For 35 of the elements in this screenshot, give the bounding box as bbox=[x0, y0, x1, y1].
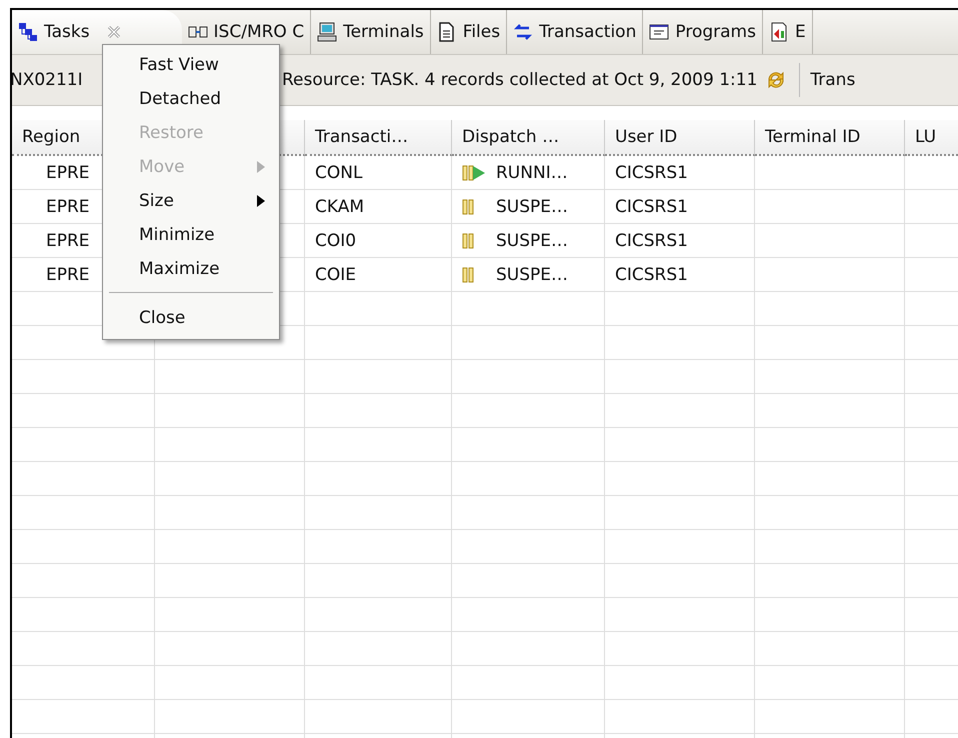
submenu-arrow-icon bbox=[257, 195, 265, 207]
table-cell: CICSRS1 bbox=[605, 224, 755, 258]
table-cell: SUSPE… bbox=[496, 230, 568, 250]
table-cell: CICSRS1 bbox=[605, 258, 755, 292]
table-cell: COIE bbox=[305, 258, 452, 292]
table-cell: SUSPE… bbox=[496, 264, 568, 284]
column-header[interactable]: LU bbox=[905, 120, 958, 156]
close-icon[interactable] bbox=[106, 24, 122, 40]
window-icon bbox=[649, 22, 670, 42]
tab[interactable]: Terminals bbox=[311, 10, 431, 54]
submenu-arrow-icon bbox=[257, 161, 265, 173]
message-id: NX0211I bbox=[12, 70, 84, 90]
column-header[interactable]: Transacti… bbox=[305, 120, 452, 156]
document-icon bbox=[768, 22, 789, 42]
network-icon bbox=[18, 22, 38, 42]
table-cell: COI0 bbox=[305, 224, 452, 258]
status-message: Resource: TASK. 4 records collected at Oct 9, 2009 1:11 bbox=[282, 70, 758, 90]
column-header[interactable]: Dispatch … bbox=[452, 120, 605, 156]
tab[interactable]: Files bbox=[430, 10, 508, 54]
document-icon bbox=[436, 22, 457, 42]
tab[interactable]: Transaction bbox=[507, 10, 644, 54]
table-cell: CKAM bbox=[305, 190, 452, 224]
arrows-icon bbox=[513, 22, 534, 42]
filter-label: Trans bbox=[810, 70, 856, 90]
table-cell: CONL bbox=[305, 156, 452, 190]
column-header[interactable]: Terminal ID bbox=[755, 120, 905, 156]
computer-icon bbox=[317, 22, 338, 42]
tab[interactable]: E bbox=[762, 10, 813, 54]
table-cell: CICSRS1 bbox=[605, 156, 755, 190]
tab[interactable]: Programs bbox=[643, 10, 763, 54]
column-header[interactable]: User ID bbox=[605, 120, 755, 156]
table-cell: RUNNI… bbox=[496, 162, 568, 182]
table-cell: CICSRS1 bbox=[605, 190, 755, 224]
menu-item[interactable]: Detached bbox=[103, 82, 279, 116]
table-cell: SUSPE… bbox=[496, 196, 568, 216]
